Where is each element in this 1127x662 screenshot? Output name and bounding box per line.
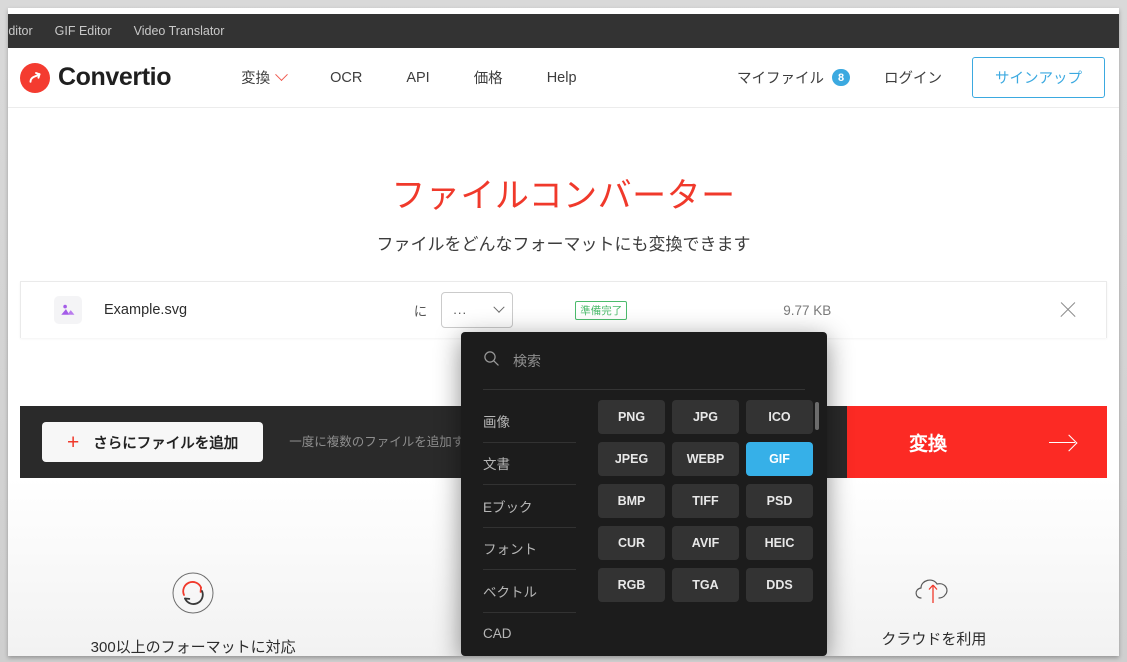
topbar-link-gif-editor[interactable]: GIF Editor <box>55 24 112 38</box>
arrow-right-icon <box>1049 436 1075 449</box>
nav-item-ocr[interactable]: OCR <box>308 64 384 92</box>
nav-item-label: 変換 <box>241 71 271 87</box>
format-grid: PNG JPG ICO JPEG WEBP GIF BMP TIFF PSD C… <box>598 400 813 602</box>
nav-item-help[interactable]: Help <box>525 64 599 92</box>
page-subtitle: ファイルをどんなフォーマットにも変換できます <box>376 235 751 254</box>
format-dropdown-panel: 画像 文書 Eブック フォント ベクトル CAD PNG JPG ICO JPE… <box>461 332 827 656</box>
topbar-link-video-translator[interactable]: Video Translator <box>134 24 225 38</box>
convert-button[interactable]: 変換 <box>847 406 1107 478</box>
file-row: Example.svg に ... 準備完了 9.77 KB <box>20 281 1107 338</box>
page-title: ファイルコンバーター <box>391 177 736 215</box>
topbar-link-editor[interactable]: Editor <box>8 24 33 38</box>
category-cad[interactable]: CAD <box>483 613 576 656</box>
format-option-tiff[interactable]: TIFF <box>672 484 739 518</box>
feature-formats: 300以上のフォーマットに対応 <box>8 478 378 656</box>
convertio-logo-icon <box>20 62 50 93</box>
chevron-down-icon <box>493 301 505 313</box>
add-more-files-button[interactable]: + さらにファイルを追加 <box>42 422 264 462</box>
format-option-bmp[interactable]: BMP <box>598 484 665 518</box>
scrollbar-thumb[interactable] <box>815 402 819 430</box>
nav-item-api[interactable]: API <box>384 64 451 92</box>
feature-label: クラウドを利用 <box>881 631 987 648</box>
format-grid-wrap: PNG JPG ICO JPEG WEBP GIF BMP TIFF PSD C… <box>586 400 827 656</box>
close-icon[interactable] <box>1058 300 1078 320</box>
format-search-input[interactable] <box>513 352 805 369</box>
format-option-cur[interactable]: CUR <box>598 526 665 560</box>
my-files-label: マイファイル <box>737 71 824 87</box>
format-option-tga[interactable]: TGA <box>672 568 739 602</box>
format-option-heic[interactable]: HEIC <box>746 526 813 560</box>
my-files-link[interactable]: マイファイル 8 <box>723 61 864 94</box>
category-font[interactable]: フォント <box>483 528 576 570</box>
category-document[interactable]: 文書 <box>483 443 576 485</box>
chevron-down-icon <box>275 68 288 82</box>
format-option-webp[interactable]: WEBP <box>672 442 739 476</box>
format-grid-scrollbar[interactable] <box>815 402 819 622</box>
browser-viewport: Editor GIF Editor Video Translator Conve… <box>8 8 1119 656</box>
nav-item-convert[interactable]: 変換 <box>219 61 308 94</box>
file-name: Example.svg <box>104 302 188 318</box>
convert-button-label: 変換 <box>909 433 948 455</box>
cloud-upload-icon <box>909 571 959 612</box>
format-option-rgb[interactable]: RGB <box>598 568 665 602</box>
target-format-value: ... <box>453 302 468 317</box>
site-header: Convertio 変換 OCR API 価格 Help マイファイル 8 ログ… <box>8 48 1119 108</box>
plus-icon: + <box>67 430 80 454</box>
search-icon <box>483 350 500 372</box>
format-option-jpg[interactable]: JPG <box>672 400 739 434</box>
top-utility-bar: Editor GIF Editor Video Translator <box>8 14 1119 48</box>
image-file-icon <box>54 296 82 324</box>
feature-label: 300以上のフォーマットに対応 <box>90 639 296 656</box>
nav-item-pricing[interactable]: 価格 <box>452 61 525 94</box>
format-dropdown-body: 画像 文書 Eブック フォント ベクトル CAD PNG JPG ICO JPE… <box>461 390 827 656</box>
file-size: 9.77 KB <box>783 302 832 318</box>
hero-section: ファイルコンバーター ファイルをどんなフォーマットにも変換できます <box>8 108 1119 255</box>
category-image[interactable]: 画像 <box>483 400 576 443</box>
signup-button[interactable]: サインアップ <box>972 57 1105 98</box>
to-label: に <box>413 304 428 319</box>
format-option-jpeg[interactable]: JPEG <box>598 442 665 476</box>
logo[interactable]: Convertio <box>20 62 172 93</box>
convert-circle-icon <box>171 571 215 620</box>
format-option-dds[interactable]: DDS <box>746 568 813 602</box>
format-option-avif[interactable]: AVIF <box>672 526 739 560</box>
category-ebook[interactable]: Eブック <box>483 485 576 528</box>
format-search-row <box>483 332 805 390</box>
logo-text: Convertio <box>58 63 172 91</box>
category-vector[interactable]: ベクトル <box>483 570 576 613</box>
add-more-files-label: さらにファイルを追加 <box>93 435 239 452</box>
format-option-gif[interactable]: GIF <box>746 442 813 476</box>
header-actions: マイファイル 8 ログイン サインアップ <box>723 57 1119 98</box>
page-root: Editor GIF Editor Video Translator Conve… <box>0 0 1127 662</box>
format-option-png[interactable]: PNG <box>598 400 665 434</box>
status-badge: 準備完了 <box>575 300 628 320</box>
format-option-ico[interactable]: ICO <box>746 400 813 434</box>
format-category-list: 画像 文書 Eブック フォント ベクトル CAD <box>461 400 586 656</box>
format-option-psd[interactable]: PSD <box>746 484 813 518</box>
main-nav: 変換 OCR API 価格 Help <box>219 61 598 94</box>
login-link[interactable]: ログイン <box>864 61 962 94</box>
my-files-count-badge: 8 <box>832 69 850 86</box>
target-format-select[interactable]: ... <box>441 292 514 328</box>
